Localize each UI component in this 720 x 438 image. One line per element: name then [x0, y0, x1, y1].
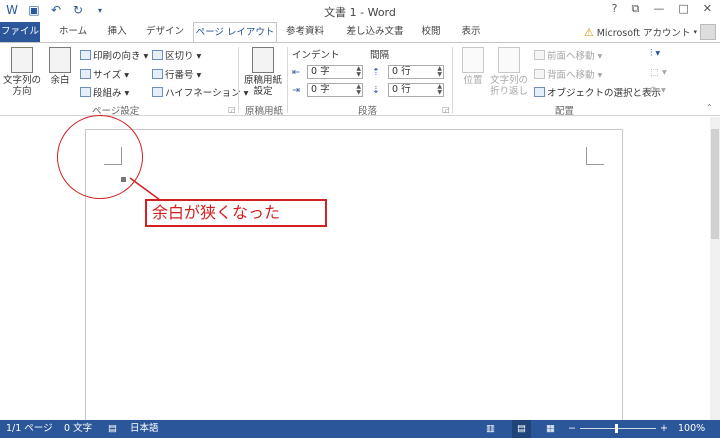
status-bar: 1/1 ページ 0 文字 ▤ 日本語 ▥ ▤ ▦ − + 100%: [0, 420, 720, 438]
word-count[interactable]: 0 文字: [64, 420, 92, 438]
zoom-slider-thumb[interactable]: [615, 424, 618, 433]
read-mode-icon[interactable]: ▥: [486, 420, 495, 438]
zoom-level[interactable]: 100%: [678, 420, 705, 438]
annotation-pointer: [129, 177, 161, 201]
annotation-label: 余白が狭くなった: [145, 199, 327, 227]
language[interactable]: 日本語: [130, 420, 159, 438]
print-layout-icon[interactable]: ▤: [512, 420, 531, 438]
zoom-out-icon[interactable]: −: [568, 420, 576, 438]
page-count[interactable]: 1/1 ページ: [6, 420, 53, 438]
proofing-icon[interactable]: ▤: [108, 420, 117, 438]
zoom-in-icon[interactable]: +: [660, 420, 668, 438]
zoom-slider[interactable]: [580, 428, 656, 429]
web-layout-icon[interactable]: ▦: [546, 420, 555, 438]
